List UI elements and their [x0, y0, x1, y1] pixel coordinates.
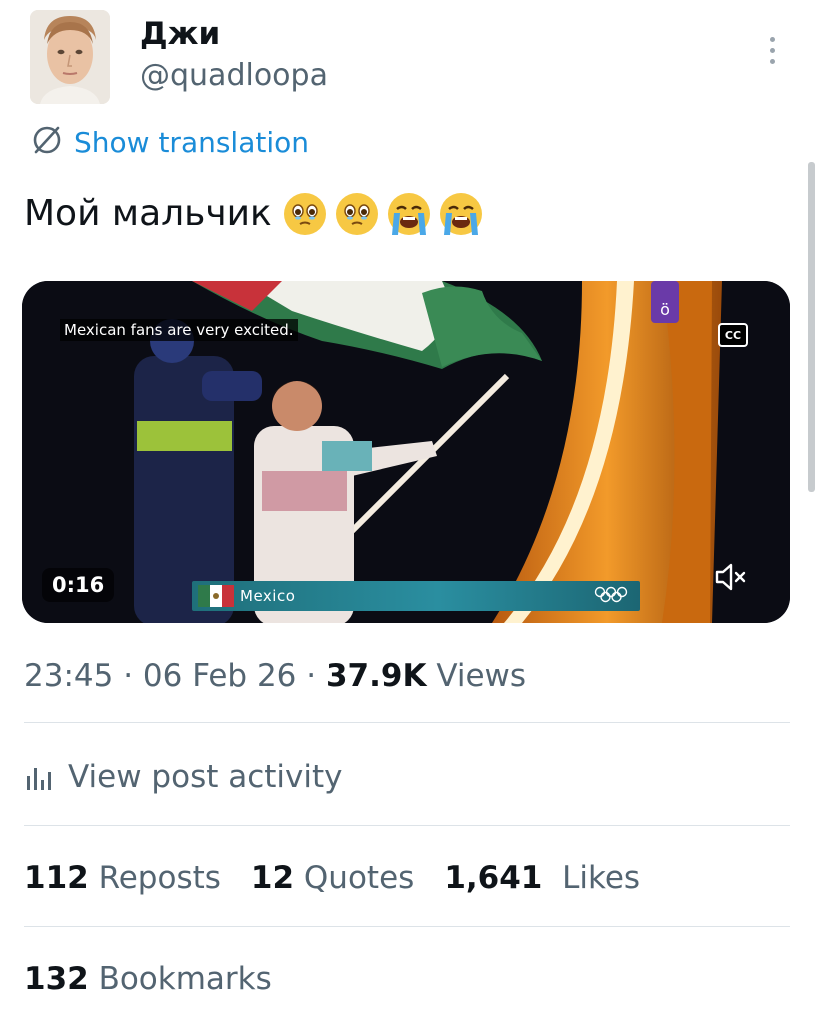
show-translation-label: Show translation [74, 125, 310, 159]
scrollbar[interactable] [808, 162, 815, 492]
view-post-activity-button[interactable]: View post activity [24, 755, 343, 799]
divider [24, 926, 790, 927]
analytics-bars-icon [27, 768, 51, 790]
svg-text:ö: ö [660, 300, 670, 319]
tweet-body: Мой мальчик [24, 190, 484, 238]
likes-count: 1,641 [444, 860, 543, 896]
speaker-muted-icon [715, 563, 746, 591]
quotes-stat[interactable]: 12 Quotes [251, 860, 414, 896]
display-name[interactable]: Джи [140, 14, 220, 54]
bookmarks-stat[interactable]: 132 Bookmarks [24, 957, 272, 1001]
tweet-detail-page: Джи @quadloopa Show translation Мой маль… [0, 0, 817, 1024]
likes-stat[interactable]: 1,641 Likes [444, 860, 640, 896]
reposts-count: 112 [24, 860, 89, 896]
views-label: Views [436, 658, 527, 694]
mute-toggle-button[interactable] [710, 557, 750, 597]
country-name: Mexico [240, 587, 296, 605]
dot [769, 47, 775, 53]
reposts-label: Reposts [98, 860, 221, 896]
bookmarks-label: Bookmarks [98, 961, 272, 997]
dot [769, 36, 775, 42]
separator: · [113, 658, 143, 694]
tweet-text: Мой мальчик [24, 193, 272, 234]
user-handle[interactable]: @quadloopa [140, 56, 328, 96]
separator: · [296, 658, 326, 694]
face-holding-back-tears-emoji [283, 193, 326, 235]
country-lower-third: Mexico [192, 581, 640, 611]
olympic-rings-icon [594, 586, 628, 603]
loudly-crying-face-emoji [387, 193, 430, 235]
views-count: 37.9K [325, 658, 427, 694]
quotes-count: 12 [250, 860, 295, 896]
engagement-stats: 112 Reposts 12 Quotes 1,641 Likes [24, 856, 670, 900]
video-duration: 0:16 [42, 568, 115, 602]
divider [24, 722, 790, 723]
more-options-button[interactable] [760, 30, 784, 70]
tweet-meta: 23:45 · 06 Feb 26 · 37.9K Views [24, 654, 526, 698]
divider [24, 825, 790, 826]
tweet-date[interactable]: 06 Feb 26 [143, 658, 297, 694]
view-post-activity-label: View post activity [68, 759, 343, 795]
mexico-flag-icon [198, 585, 234, 607]
dot [769, 58, 775, 64]
globe-slash-icon [30, 123, 64, 161]
emoji-group [282, 191, 484, 237]
reposts-stat[interactable]: 112 Reposts [24, 860, 221, 896]
cc-button[interactable]: CC [718, 323, 748, 347]
avatar[interactable] [30, 10, 110, 104]
loudly-crying-face-emoji [439, 193, 482, 235]
likes-label: Likes [562, 860, 641, 896]
tweet-time[interactable]: 23:45 [24, 658, 113, 694]
quotes-label: Quotes [303, 860, 415, 896]
face-holding-back-tears-emoji [335, 193, 378, 235]
show-translation-button[interactable]: Show translation [30, 122, 309, 162]
video-player[interactable]: ö Mexican fans are very excited. CC Mexi… [22, 281, 790, 623]
video-caption: Mexican fans are very excited. [60, 319, 298, 341]
bookmarks-count: 132 [24, 961, 89, 997]
